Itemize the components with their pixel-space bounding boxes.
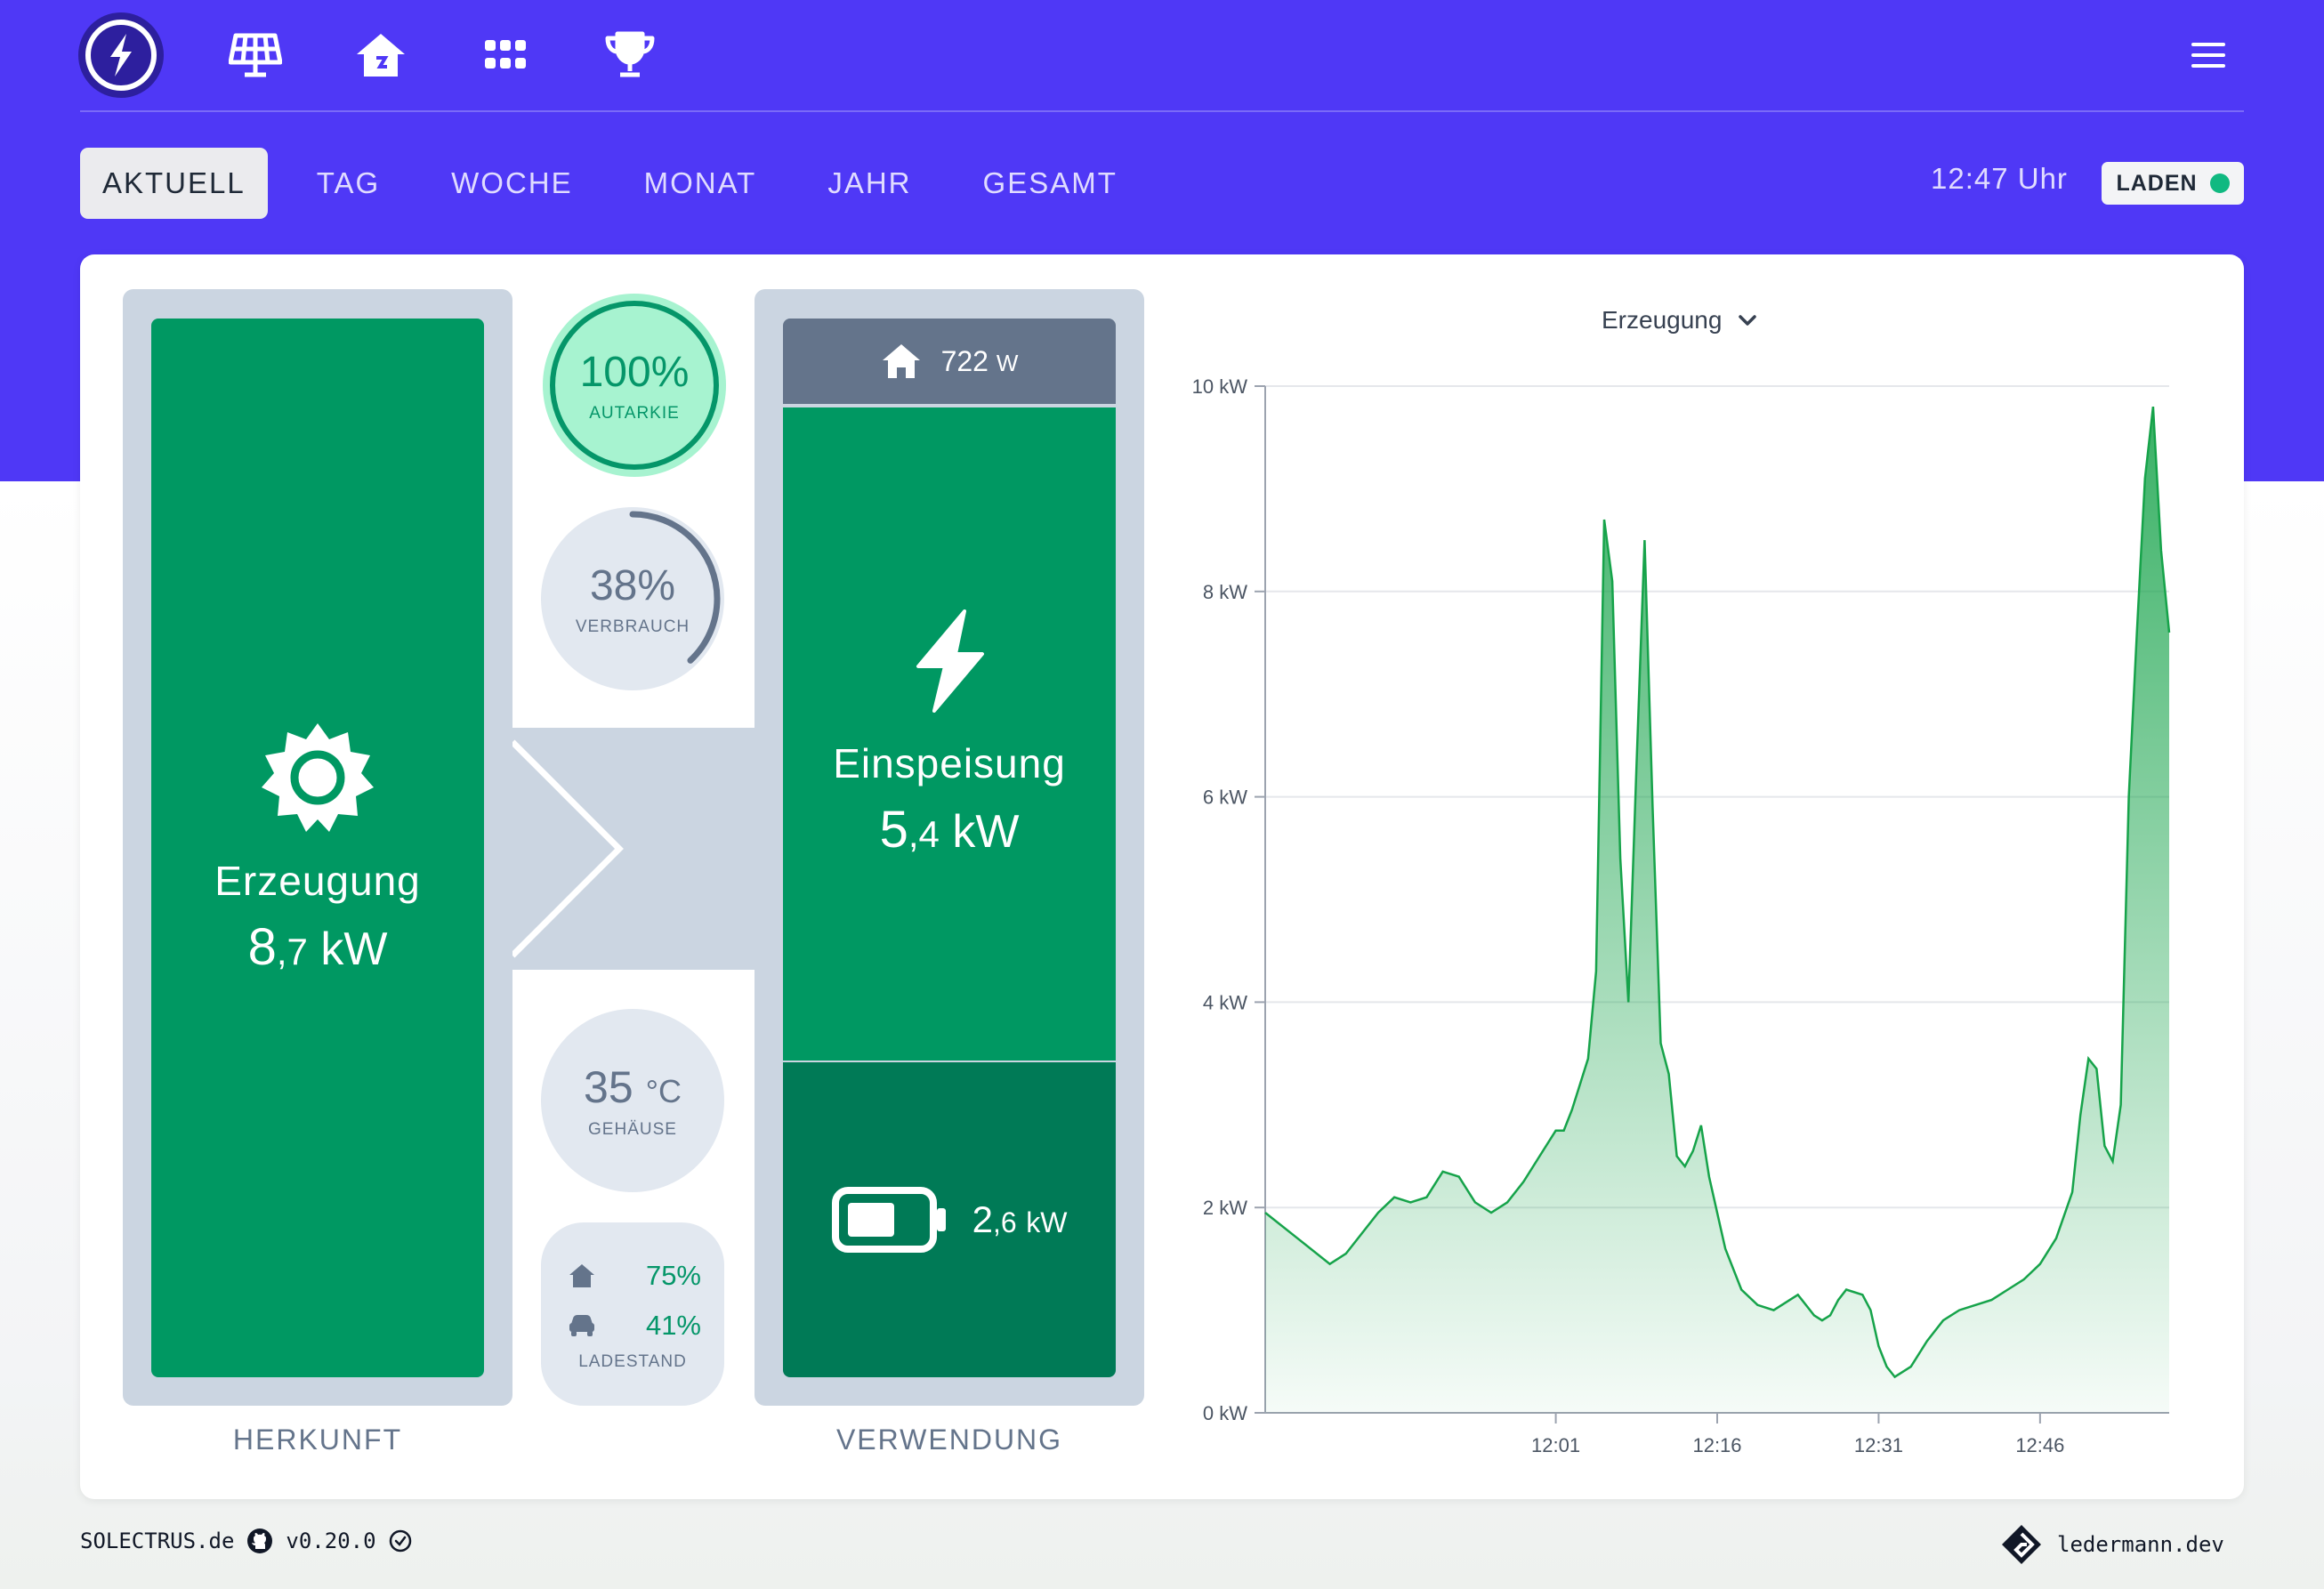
chart-series-select[interactable]: Erzeugung xyxy=(1602,306,1757,335)
feed-in-title: Einspeisung xyxy=(833,739,1066,786)
feed-in-value: 5,4 kW xyxy=(879,800,1020,859)
chart-x-label: 12:31 xyxy=(1854,1434,1903,1456)
house-icon[interactable] xyxy=(352,27,409,84)
verbrauch-label: VERBRAUCH xyxy=(575,617,690,636)
verbrauch-gauge[interactable]: 38% VERBRAUCH xyxy=(541,507,724,690)
generation-chart[interactable]: 0 kW 2 kW 4 kW 6 kW 8 kW 10 kW 12:01 12:16 12:3… xyxy=(1157,356,2224,1477)
chart-area xyxy=(1265,407,2169,1414)
solectrus-logo[interactable] xyxy=(78,12,164,98)
chart-x-label: 12:16 xyxy=(1692,1434,1741,1456)
period-tabs: AKTUELL TAG WOCHE MONAT JAHR GESAMT xyxy=(80,148,1166,219)
chart-y-label: 0 kW xyxy=(1203,1402,1247,1424)
status-badge-label: LADEN xyxy=(2116,170,2198,196)
bolt-logo-icon xyxy=(85,20,157,91)
battery-icon xyxy=(831,1187,946,1253)
battery-charging-block[interactable]: 2,6 kW xyxy=(783,1062,1116,1377)
brand-link[interactable]: SOLECTRUS.de xyxy=(80,1529,234,1553)
status-badge: LADEN xyxy=(2102,162,2244,205)
generation-block[interactable]: Erzeugung 8,7 kW xyxy=(151,319,484,1377)
tab-tag[interactable]: TAG xyxy=(295,148,402,219)
ladestand-car-value: 41% xyxy=(645,1310,701,1341)
tab-jahr[interactable]: JAHR xyxy=(805,148,933,219)
tab-gesamt[interactable]: GESAMT xyxy=(961,148,1140,219)
chart-y-label: 8 kW xyxy=(1203,581,1247,603)
autarkie-gauge[interactable]: 100% AUTARKIE xyxy=(543,294,726,477)
check-circle-icon xyxy=(389,1529,411,1553)
footer-left: SOLECTRUS.de v0.20.0 xyxy=(80,1528,412,1554)
trophy-icon[interactable] xyxy=(601,27,658,84)
house-consumption-block[interactable]: 722 W xyxy=(783,319,1116,404)
hamburger-icon[interactable] xyxy=(2189,36,2228,75)
ladestand-card[interactable]: 75% 41% LADESTAND xyxy=(541,1222,724,1406)
chart-select-label: Erzeugung xyxy=(1602,306,1723,334)
house-consumption-value: 722 W xyxy=(940,344,1019,377)
house-icon xyxy=(882,344,920,378)
nav-divider xyxy=(80,110,2244,112)
temperature-gauge[interactable]: 35 °C GEHÄUSE xyxy=(541,1009,724,1192)
ladestand-house-value: 75% xyxy=(645,1260,701,1291)
flow-arrow xyxy=(510,728,754,970)
sun-icon xyxy=(262,722,374,832)
herkunft-label: HERKUNFT xyxy=(232,1424,403,1456)
chart-y-label: 10 kW xyxy=(1192,375,1248,398)
tab-woche[interactable]: WOCHE xyxy=(429,148,595,219)
github-icon[interactable] xyxy=(246,1528,273,1554)
chart-y-label: 4 kW xyxy=(1203,991,1247,1013)
generation-title: Erzeugung xyxy=(214,857,421,904)
bolt-icon xyxy=(916,609,984,713)
credit-link[interactable]: ledermann.dev xyxy=(2057,1532,2224,1557)
autarkie-value: 100% xyxy=(579,348,690,396)
verbrauch-value: 38% xyxy=(589,561,676,609)
grid-icon[interactable] xyxy=(477,27,534,84)
version-label[interactable]: v0.20.0 xyxy=(286,1529,375,1553)
chart-x-label: 12:46 xyxy=(2015,1434,2064,1456)
autarkie-label: AUTARKIE xyxy=(589,403,680,423)
chevron-down-icon xyxy=(1739,315,1757,326)
chart-y-label: 2 kW xyxy=(1203,1197,1247,1219)
verwendung-label: VERWENDUNG xyxy=(835,1424,1063,1456)
car-icon xyxy=(569,1315,594,1336)
footer-right: ledermann.dev xyxy=(2000,1523,2224,1566)
battery-value: 2,6 kW xyxy=(972,1198,1068,1240)
top-nav xyxy=(0,0,2324,112)
house-icon xyxy=(569,1264,594,1287)
status-dot-icon xyxy=(2209,173,2230,193)
ladestand-car-row: 41% xyxy=(568,1308,701,1343)
ladestand-house-row: 75% xyxy=(568,1258,701,1294)
chart-y-label: 6 kW xyxy=(1203,786,1247,809)
tab-monat[interactable]: MONAT xyxy=(622,148,779,219)
feed-in-block[interactable]: Einspeisung 5,4 kW xyxy=(783,407,1116,1061)
current-time: 12:47 Uhr xyxy=(1931,162,2068,195)
temperature-label: GEHÄUSE xyxy=(588,1120,677,1139)
generation-value: 8,7 kW xyxy=(247,917,388,976)
chart-x-label: 12:01 xyxy=(1531,1434,1580,1456)
tab-aktuell[interactable]: AKTUELL xyxy=(80,148,268,219)
temperature-value: 35 °C xyxy=(584,1062,682,1112)
ledermann-logo-icon[interactable] xyxy=(2000,1523,2043,1566)
ladestand-label: LADESTAND xyxy=(578,1352,687,1371)
solar-panel-icon[interactable] xyxy=(227,27,284,84)
